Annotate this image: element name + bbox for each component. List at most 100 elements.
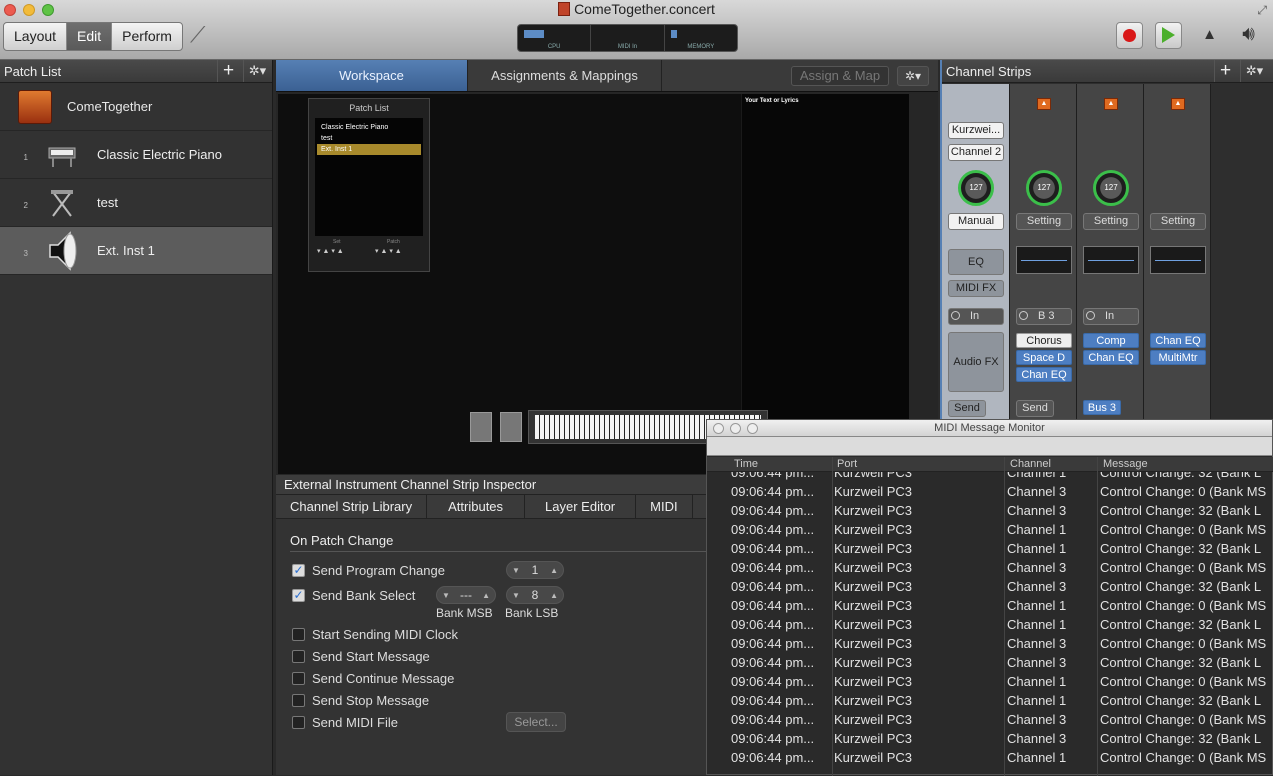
send-bank-select-option[interactable]: ✓ Send Bank Select — [292, 588, 415, 603]
midi-message-row[interactable]: 09:06:44 pm... Kurzweil PC3 Channel 3 Contr… — [707, 729, 1273, 748]
eq-button[interactable]: EQ — [948, 249, 1004, 275]
midi-message-row[interactable]: 09:06:44 pm... Kurzweil PC3 Channel 3 Contr… — [707, 577, 1273, 596]
setting-button[interactable]: Manual — [948, 213, 1004, 230]
col-port[interactable]: Port — [837, 458, 857, 470]
select-midi-file-button[interactable]: Select... — [506, 712, 566, 732]
col-message[interactable]: Message — [1103, 458, 1148, 470]
input-button[interactable]: In — [948, 308, 1004, 325]
input-button[interactable]: B 3 — [1016, 308, 1072, 325]
mode-edit-button[interactable]: Edit — [67, 23, 113, 50]
midi-message-row[interactable]: 09:06:44 pm... Kurzweil PC3 Channel 3 Contr… — [707, 501, 1273, 520]
speaker-volume-icon[interactable]: 🔊︎ — [1235, 22, 1262, 49]
tab-midi[interactable]: MIDI — [636, 495, 693, 518]
patch-row[interactable]: 3 Ext. Inst 1 — [0, 227, 272, 275]
tab-assignments-mappings[interactable]: Assignments & Mappings — [468, 60, 662, 91]
midi-message-row[interactable]: 09:06:44 pm... Kurzweil PC3 Channel 3 Contr… — [707, 710, 1273, 729]
col-channel[interactable]: Channel — [1010, 458, 1051, 470]
tab-layer-editor[interactable]: Layer Editor — [525, 495, 637, 518]
eq-display[interactable] — [1150, 246, 1206, 274]
midi-fx-button[interactable]: MIDI FX — [948, 280, 1004, 297]
play-button[interactable] — [1155, 22, 1182, 49]
input-button[interactable]: In — [1083, 308, 1139, 325]
fader-widget[interactable] — [470, 412, 492, 442]
fullscreen-icon[interactable]: ⤢ — [1257, 3, 1267, 18]
volume-knob[interactable]: 127 — [1093, 170, 1129, 206]
tab-channel-strip-library[interactable]: Channel Strip Library — [276, 495, 428, 518]
send-bus-button[interactable]: Bus 3 — [1083, 400, 1121, 415]
monitor-close-button[interactable] — [713, 423, 724, 434]
send-midi-file-checkbox[interactable] — [292, 716, 305, 729]
concert-row[interactable]: ComeTogether — [0, 83, 272, 131]
workspace-canvas[interactable]: Patch List Classic Electric Piano test E… — [278, 94, 909, 474]
send-midi-file-option[interactable]: Send MIDI File — [292, 715, 398, 730]
widget-list-item[interactable]: Classic Electric Piano — [315, 122, 423, 133]
midi-message-list[interactable]: 09:06:44 pm... Kurzweil PC3 Channel 1 Contr… — [707, 472, 1273, 776]
send-program-change-checkbox[interactable]: ✓ — [292, 564, 305, 577]
assign-map-button[interactable]: Assign & Map — [791, 66, 889, 86]
eq-display[interactable] — [1083, 246, 1139, 274]
bank-msb-stepper[interactable]: ▼ --- ▲ — [436, 586, 496, 604]
midi-message-row[interactable]: 09:06:44 pm... Kurzweil PC3 Channel 1 Contr… — [707, 472, 1273, 482]
midi-message-row[interactable]: 09:06:44 pm... Kurzweil PC3 Channel 3 Contr… — [707, 482, 1273, 501]
stepper-up-icon[interactable]: ▲ — [482, 591, 490, 600]
send-stop-checkbox[interactable] — [292, 694, 305, 707]
monitor-zoom-button[interactable] — [747, 423, 758, 434]
start-midi-clock-checkbox[interactable] — [292, 628, 305, 641]
tab-attributes[interactable]: Attributes — [427, 495, 526, 518]
audio-fx-plugin[interactable]: Chan EQ — [1016, 367, 1072, 382]
tuner-icon[interactable]: ⟋ — [190, 22, 220, 52]
send-start-checkbox[interactable] — [292, 650, 305, 663]
stepper-down-icon[interactable]: ▼ — [512, 591, 520, 600]
patch-row[interactable]: 1 Classic Electric Piano — [0, 131, 272, 179]
knob-widget[interactable] — [500, 412, 522, 442]
record-button[interactable] — [1116, 22, 1143, 49]
midi-message-row[interactable]: 09:06:44 pm... Kurzweil PC3 Channel 1 Contr… — [707, 672, 1273, 691]
bank-lsb-stepper[interactable]: ▼ 8 ▲ — [506, 586, 564, 604]
send-continue-option[interactable]: Send Continue Message — [292, 671, 454, 686]
patch-list-widget[interactable]: Patch List Classic Electric Piano test E… — [308, 98, 430, 272]
patch-stepper-icon[interactable]: ▾ ▲ ▾ ▲ — [375, 247, 402, 255]
send-continue-checkbox[interactable] — [292, 672, 305, 685]
volume-knob[interactable]: 127 — [1026, 170, 1062, 206]
setting-button[interactable]: Setting — [1083, 213, 1139, 230]
patch-row[interactable]: 2 test — [0, 179, 272, 227]
midi-message-row[interactable]: 09:06:44 pm... Kurzweil PC3 Channel 1 Contr… — [707, 691, 1273, 710]
send-button[interactable]: Send — [1016, 400, 1054, 417]
midi-message-row[interactable]: 09:06:44 pm... Kurzweil PC3 Channel 3 Contr… — [707, 634, 1273, 653]
midi-message-row[interactable]: 09:06:44 pm... Kurzweil PC3 Channel 1 Contr… — [707, 615, 1273, 634]
patch-list-widget-list[interactable]: Classic Electric Piano test Ext. Inst 1 — [315, 118, 423, 236]
stepper-down-icon[interactable]: ▼ — [512, 566, 520, 575]
widget-list-item[interactable]: Ext. Inst 1 — [317, 144, 421, 155]
midi-channel-button[interactable]: Channel 2 — [948, 144, 1004, 161]
col-time[interactable]: Time — [734, 458, 758, 470]
setting-button[interactable]: Setting — [1016, 213, 1072, 230]
midi-message-row[interactable]: 09:06:44 pm... Kurzweil PC3 Channel 3 Contr… — [707, 653, 1273, 672]
midi-message-row[interactable]: 09:06:44 pm... Kurzweil PC3 Channel 1 Contr… — [707, 539, 1273, 558]
midi-message-row[interactable]: 09:06:44 pm... Kurzweil PC3 Channel 1 Contr… — [707, 520, 1273, 539]
audio-fx-plugin[interactable]: Chorus — [1016, 333, 1072, 348]
audio-fx-plugin[interactable]: Space D — [1016, 350, 1072, 365]
midi-message-row[interactable]: 09:06:44 pm... Kurzweil PC3 Channel 1 Contr… — [707, 748, 1273, 767]
add-channel-strip-icon[interactable]: + — [1214, 60, 1236, 82]
midi-message-row[interactable]: 09:06:44 pm... Kurzweil PC3 Channel 1 Contr… — [707, 596, 1273, 615]
audio-fx-plugin[interactable]: MultiMtr — [1150, 350, 1206, 365]
metronome-icon[interactable]: ▲ — [1196, 22, 1223, 49]
widget-list-item[interactable]: test — [315, 133, 423, 144]
stepper-down-icon[interactable]: ▼ — [442, 591, 450, 600]
audio-fx-plugin[interactable]: Chan EQ — [1150, 333, 1206, 348]
audio-fx-slot[interactable]: Audio FX — [948, 332, 1004, 392]
setting-button[interactable]: Setting — [1150, 213, 1206, 230]
stepper-up-icon[interactable]: ▲ — [550, 591, 558, 600]
instrument-port-button[interactable]: Kurzwei... — [948, 122, 1004, 139]
add-patch-icon[interactable]: + — [217, 60, 239, 82]
midi-message-row[interactable]: 09:06:44 pm... Kurzweil PC3 Channel 3 Contr… — [707, 558, 1273, 577]
audio-fx-plugin[interactable]: Chan EQ — [1083, 350, 1139, 365]
program-change-stepper[interactable]: ▼ 1 ▲ — [506, 561, 564, 579]
send-stop-option[interactable]: Send Stop Message — [292, 693, 429, 708]
audio-fx-plugin[interactable]: Comp — [1083, 333, 1139, 348]
monitor-minimize-button[interactable] — [730, 423, 741, 434]
send-bank-select-checkbox[interactable]: ✓ — [292, 589, 305, 602]
mode-layout-button[interactable]: Layout — [4, 23, 68, 50]
send-program-change-option[interactable]: ✓ Send Program Change — [292, 563, 445, 578]
stepper-up-icon[interactable]: ▲ — [550, 566, 558, 575]
